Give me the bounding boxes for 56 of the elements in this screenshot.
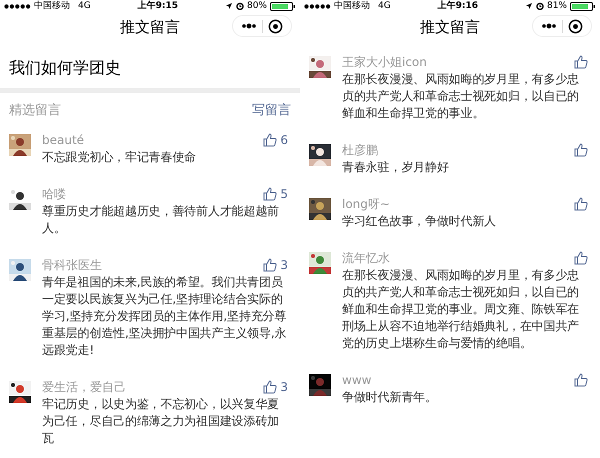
commenter-name: www: [342, 372, 372, 389]
commenter-name: 骨科张医生: [42, 257, 102, 274]
battery-percent: 80%: [246, 0, 267, 12]
battery-icon: [570, 2, 596, 10]
commenter-name: 王家大小姐icon: [342, 54, 427, 71]
close-icon[interactable]: [568, 18, 583, 34]
carrier-name: 中国移动: [34, 0, 70, 12]
write-comment-link[interactable]: 写留言: [252, 101, 291, 119]
signal-icon: [4, 4, 31, 8]
like-count: 3: [280, 258, 288, 273]
comment-text: 在那长夜漫漫、风雨如晦的岁月里，有多少忠贞的共产党人和革命志士视死如归，以自已的鲜血和生命捍卫党的事业。周文雍、陈铁军在刑场上从容不迫地举行结婚典礼，在中国共产党的历史上堪称生命与爱情的绝唱。: [342, 267, 580, 352]
thumbs-up-icon[interactable]: [574, 55, 588, 69]
thumbs-up-icon[interactable]: [574, 251, 588, 265]
location-icon: [224, 2, 233, 10]
commenter-name: 流年忆水: [342, 250, 390, 267]
nav-title: 推文留言: [120, 18, 180, 36]
close-icon[interactable]: [268, 18, 283, 34]
thumbs-up-icon[interactable]: [574, 197, 588, 211]
more-icon[interactable]: [241, 23, 258, 29]
section-label: 精选留言: [9, 102, 61, 119]
commenter-name: 杜彦鹏: [342, 142, 378, 159]
comment-text: 学习红色故事，争做时代新人: [342, 213, 498, 230]
carrier-name: 中国移动: [334, 0, 370, 12]
thumbs-up-icon[interactable]: [263, 380, 278, 394]
more-icon[interactable]: [541, 23, 558, 29]
thumbs-up-icon[interactable]: [263, 133, 278, 147]
comment-text: 不忘跟党初心，牢记青春使命: [42, 149, 198, 166]
comment-text: 在那长夜漫漫、风雨如晦的岁月里，有多少忠贞的共产党人和革命志士视死如归，以自已的鲜血和生命捍卫党的事业。: [342, 71, 580, 122]
like-count: 5: [280, 187, 288, 202]
comment-text: 争做时代新青年。: [342, 389, 438, 406]
battery-percent: 81%: [546, 0, 567, 12]
comment-text: 牢记历史，以史为鉴，不忘初心，以兴复华夏为己任，尽自己的绵薄之力为祖国建设添砖加瓦: [42, 396, 280, 447]
thumbs-up-icon[interactable]: [574, 373, 588, 387]
battery-icon: [270, 2, 296, 10]
signal-icon: [304, 4, 331, 8]
nav-title: 推文留言: [420, 18, 480, 36]
status-time: 上午9:15: [138, 0, 178, 12]
article-title: 我们如何学团史: [8, 57, 122, 79]
thumbs-up-icon[interactable]: [263, 258, 278, 272]
alarm-icon: [536, 2, 544, 10]
status-time: 上午9:16: [438, 0, 478, 12]
location-icon: [524, 2, 533, 10]
commenter-name: long呀~: [342, 196, 390, 213]
commenter-name: 哈喽: [42, 186, 66, 203]
commenter-name: beauté: [42, 132, 84, 149]
comment-text: 尊重历史才能超越历史，善待前人才能超越前人。: [42, 203, 280, 237]
thumbs-up-icon[interactable]: [263, 187, 278, 201]
network-type: 4G: [78, 0, 91, 12]
alarm-icon: [236, 2, 244, 10]
network-type: 4G: [378, 0, 391, 12]
comment-text: 青年是祖国的未来,民族的希望。我们共青团员一定要以民族复兴为己任,坚持理论结合实际的学习,坚持充分发挥团员的主体作用,坚持充分尊重基层的创造性,坚决拥护中国共产主义领导,永远跟党走!: [42, 274, 288, 359]
thumbs-up-icon[interactable]: [574, 143, 588, 157]
like-count: 6: [280, 133, 288, 148]
comment-text: 青春永驻，岁月静好: [342, 159, 450, 176]
like-count: 3: [280, 380, 288, 395]
commenter-name: 爱生活，爱自己: [42, 379, 126, 396]
